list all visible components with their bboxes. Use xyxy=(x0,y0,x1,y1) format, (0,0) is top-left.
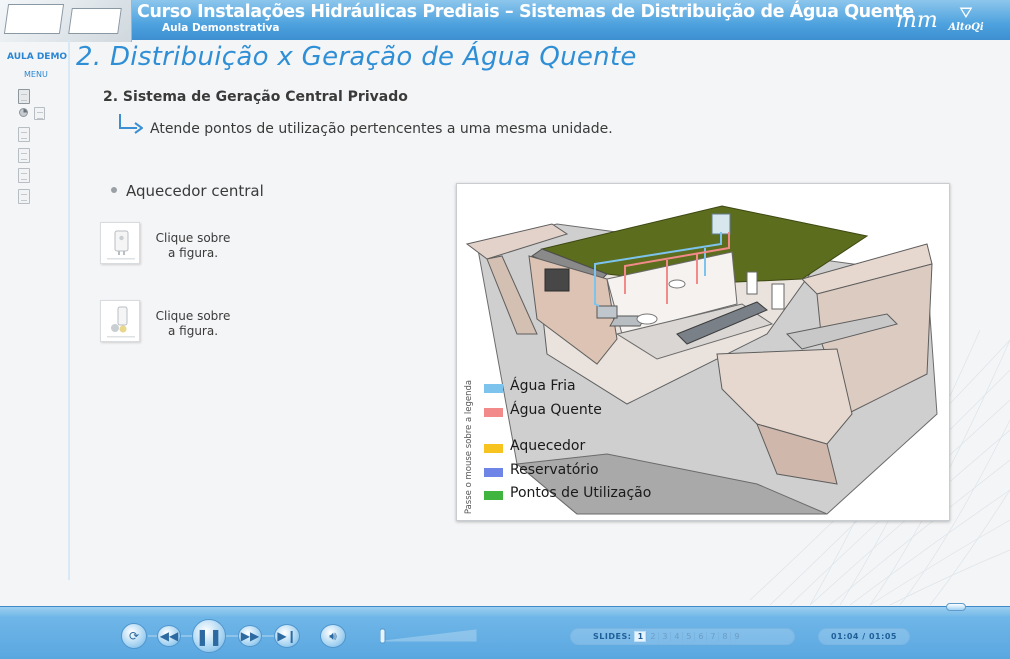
slide-9-button[interactable]: 9 xyxy=(730,632,742,641)
course-subtitle: Aula Demonstrativa xyxy=(162,22,280,34)
rewind-icon: ◀◀ xyxy=(159,629,179,643)
replay-icon: ⟳ xyxy=(128,629,140,643)
skip-end-button[interactable]: ▶❙ xyxy=(274,624,300,648)
slide-3-button[interactable]: 3 xyxy=(658,632,670,641)
pause-icon: ❚❚ xyxy=(195,626,223,646)
sidebar-item-6-document-icon[interactable] xyxy=(18,189,30,204)
bent-arrow-icon xyxy=(119,114,143,134)
mm-logo: mm xyxy=(896,8,938,33)
legend-swatch xyxy=(484,408,503,417)
sidebar-menu: AULA DEMO MENU xyxy=(0,40,70,580)
slides-label: SLIDES: xyxy=(593,632,632,641)
replay-button[interactable]: ⟳ xyxy=(121,623,147,649)
slide-1-button[interactable]: 1 xyxy=(634,631,647,642)
sidebar-item-2-pie-chart-icon[interactable] xyxy=(19,108,28,117)
slide-title: 2. Distribuição x Geração de Água Quente xyxy=(76,42,637,72)
slide-navigator: SLIDES: 1 2 3 4 5 6 7 8 9 xyxy=(570,628,795,645)
slide-6-button[interactable]: 6 xyxy=(694,632,706,641)
aula-demo-label: AULA DEMO xyxy=(7,52,68,62)
sidebar-item-3-document-icon[interactable] xyxy=(18,127,30,142)
sidebar-item-1-document-icon[interactable] xyxy=(18,89,30,104)
water-heater-icon xyxy=(107,230,135,260)
forward-icon: ▶▶ xyxy=(240,629,260,643)
sidebar-item-2-document-icon[interactable] xyxy=(34,107,45,120)
altoqi-mark-icon: ⛛ xyxy=(959,3,973,22)
course-title: Curso Instalações Hidráulicas Prediais –… xyxy=(137,2,914,22)
legend-swatch xyxy=(484,491,503,500)
volume-slider[interactable] xyxy=(380,628,478,644)
bullet-dot xyxy=(111,187,117,193)
bullet-text: Aquecedor central xyxy=(126,182,264,200)
slide-4-button[interactable]: 4 xyxy=(670,632,682,641)
slide-7-button[interactable]: 7 xyxy=(706,632,718,641)
legend-hint: Passe o mouse sobre a legenda xyxy=(464,379,474,515)
thumbnail-caption: Clique sobre a figura. xyxy=(155,231,231,260)
forward-button[interactable]: ▶▶ xyxy=(238,625,262,647)
altoqi-logo: ⛛ AltoQi xyxy=(946,4,986,38)
legend-swatch xyxy=(484,444,503,453)
title-bar: Curso Instalações Hidráulicas Prediais –… xyxy=(0,0,1010,42)
header-thumbnail-image xyxy=(0,0,132,42)
volume-icon: 🔊︎ xyxy=(329,628,337,643)
legend-swatch xyxy=(484,384,503,393)
boiler-icon xyxy=(107,306,135,338)
thumbnail-caption: Clique sobre a figura. xyxy=(155,309,231,338)
sidebar-item-4-document-icon[interactable] xyxy=(18,148,30,163)
section-description: Atende pontos de utilização pertencentes… xyxy=(150,121,613,137)
slide-2-button[interactable]: 2 xyxy=(646,632,658,641)
heater-thumbnail-2[interactable] xyxy=(100,300,140,342)
house-illustration-figure[interactable]: Passe o mouse sobre a legenda Água Fria … xyxy=(456,183,950,521)
time-display: 01:04 / 01:05 xyxy=(818,628,910,645)
rewind-button[interactable]: ◀◀ xyxy=(157,625,181,647)
heater-thumbnail-1[interactable] xyxy=(100,222,140,264)
pause-button[interactable]: ❚❚ xyxy=(192,619,226,653)
skip-end-icon: ▶❙ xyxy=(277,629,297,643)
volume-button[interactable]: 🔊︎ xyxy=(320,624,346,648)
slide-8-button[interactable]: 8 xyxy=(718,632,730,641)
section-heading: 2. Sistema de Geração Central Privado xyxy=(103,89,408,105)
sidebar-item-5-document-icon[interactable] xyxy=(18,168,30,183)
slide-5-button[interactable]: 5 xyxy=(682,632,694,641)
progress-slider-handle[interactable] xyxy=(946,603,966,611)
legend-swatch xyxy=(484,468,503,477)
menu-button[interactable]: MENU xyxy=(24,70,48,79)
